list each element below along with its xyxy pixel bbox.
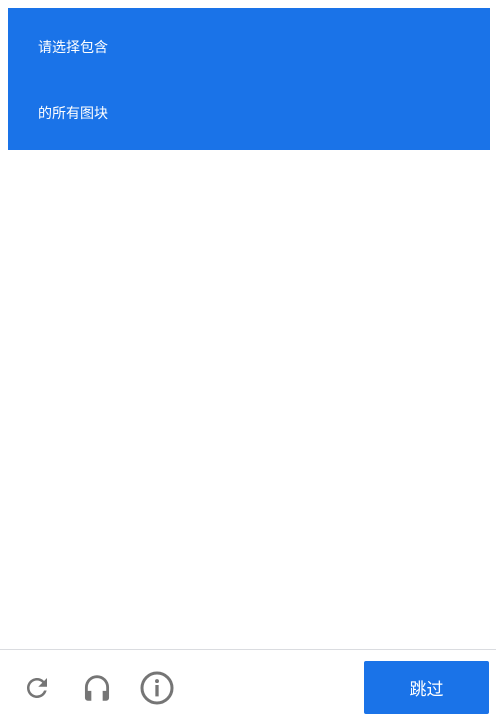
reload-button[interactable]: [19, 670, 55, 706]
help-info-button[interactable]: [139, 670, 175, 706]
info-icon: [140, 671, 174, 705]
captcha-dialog: 请选择包含 的所有图块 跳过: [0, 0, 496, 722]
instruction-header: 请选择包含 的所有图块: [8, 8, 490, 150]
reload-icon: [27, 678, 47, 698]
audio-challenge-button[interactable]: [79, 670, 115, 706]
footer-toolbar: 跳过: [0, 649, 496, 722]
instruction-line-1: 请选择包含: [38, 40, 108, 56]
headphones-icon: [84, 675, 110, 701]
skip-button[interactable]: 跳过: [364, 661, 489, 714]
instruction-line-2: 的所有图块: [38, 106, 108, 122]
challenge-tile-area: [8, 150, 490, 648]
